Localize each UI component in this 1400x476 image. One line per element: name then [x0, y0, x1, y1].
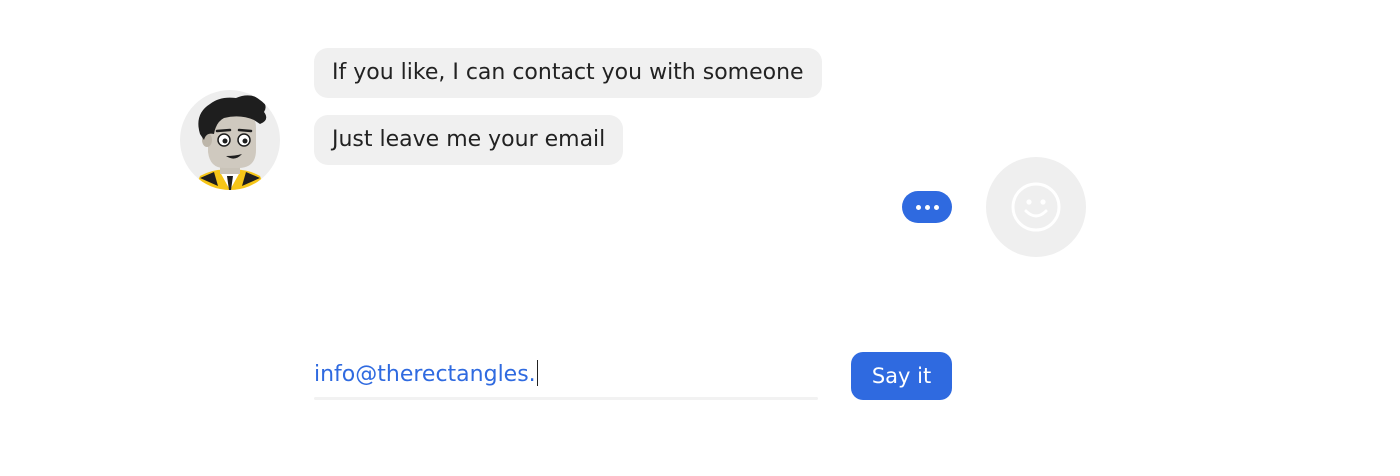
- chat-window: If you like, I can contact you with some…: [0, 0, 1400, 476]
- smiley-face-icon: [1011, 182, 1061, 232]
- bot-message: If you like, I can contact you with some…: [314, 48, 822, 98]
- typing-dot: [915, 204, 921, 210]
- bot-avatar: [180, 90, 280, 190]
- email-value: info@therectangles.: [314, 362, 536, 387]
- email-field[interactable]: info@therectangles.: [314, 352, 818, 400]
- text-caret: [536, 360, 538, 386]
- typing-dot: [924, 204, 930, 210]
- say-it-button[interactable]: Say it: [851, 352, 952, 400]
- cartoon-man-avatar-icon: [194, 95, 267, 190]
- typing-dot: [933, 204, 939, 210]
- user-avatar: [986, 157, 1086, 257]
- typing-indicator: [902, 191, 952, 223]
- email-field-underline: [314, 397, 818, 400]
- bot-message: Just leave me your email: [314, 115, 624, 165]
